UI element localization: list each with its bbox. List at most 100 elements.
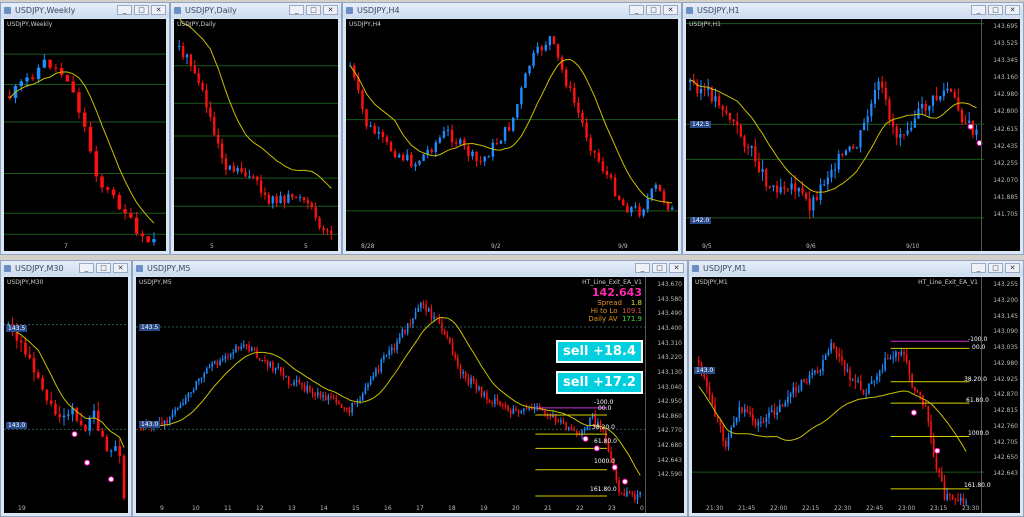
candle: [626, 491, 628, 497]
candle: [397, 154, 401, 158]
candle: [77, 92, 81, 113]
close-button[interactable]: ✕: [663, 5, 678, 15]
window-title-bar[interactable]: USDJPY,M5 _ □ ✕: [133, 261, 687, 276]
price-label: 143.160: [993, 74, 1018, 82]
time-label: 21:30: [706, 505, 724, 512]
candle: [889, 357, 892, 360]
price-chart[interactable]: USDJPY,Daily 5 5: [174, 19, 338, 251]
candle: [824, 355, 827, 360]
chart-window-h4[interactable]: USDJPY,H4 _ □ ✕ USDJPY,H4 8/28 9/2 9/9: [342, 2, 682, 255]
window-title-bar[interactable]: USDJPY,H4 _ □ ✕: [343, 3, 681, 18]
candle: [540, 46, 543, 51]
signal-marker: [108, 476, 115, 483]
candle: [499, 400, 501, 405]
candle: [950, 88, 953, 92]
candle: [914, 386, 916, 391]
maximize-button[interactable]: □: [646, 5, 661, 15]
candle: [457, 357, 459, 367]
bid-price: 142.643: [591, 286, 642, 299]
candle: [348, 408, 351, 413]
minimize-button[interactable]: _: [635, 263, 650, 273]
minimize-button[interactable]: _: [971, 263, 986, 273]
chart-icon: [686, 7, 693, 14]
candle: [237, 346, 240, 349]
chart-window-weekly[interactable]: USDJPY,Weekly _ □ ✕ USDJPY,Weekly 7: [0, 2, 170, 255]
maximize-button[interactable]: □: [988, 5, 1003, 15]
window-title-bar[interactable]: USDJPY,M30 _ □ ✕: [1, 261, 131, 276]
chart-window-daily[interactable]: USDJPY,Daily _ □ ✕ USDJPY,Daily 5 5: [170, 2, 342, 255]
candle: [792, 387, 795, 394]
close-button[interactable]: ✕: [1005, 5, 1020, 15]
minimize-button[interactable]: _: [289, 5, 304, 15]
candle: [924, 103, 927, 111]
minimize-button[interactable]: _: [971, 5, 986, 15]
candle: [528, 408, 530, 410]
chart-window-m30[interactable]: USDJPY,M30 _ □ ✕ USDJPY,M30 143.5 143.0 19: [0, 260, 132, 517]
candle: [462, 371, 464, 374]
candle: [232, 165, 235, 172]
close-button[interactable]: ✕: [669, 263, 684, 273]
candle: [797, 390, 800, 392]
maximize-button[interactable]: □: [652, 263, 667, 273]
candle: [613, 177, 617, 197]
candle: [892, 357, 895, 359]
candle: [248, 176, 251, 178]
price-chart[interactable]: USDJPY,M5 143.670 143.580 143.490 143.400 14…: [136, 277, 684, 513]
price-chart[interactable]: USDJPY,M1 HT_Line_Exit_EA_V1 143.255 143.…: [692, 277, 1020, 513]
price-chart[interactable]: USDJPY,H1 143.695 143.525 143.345 143.160 14…: [686, 19, 1020, 251]
minimize-button[interactable]: _: [629, 5, 644, 15]
price-chart[interactable]: USDJPY,M30 143.5 143.0 19: [4, 277, 128, 513]
candle: [67, 414, 70, 416]
candle: [954, 499, 957, 501]
window-title-bar[interactable]: USDJPY,Weekly _ □ ✕: [1, 3, 169, 18]
candle: [951, 495, 954, 500]
signal-marker: [84, 459, 91, 466]
candle: [516, 104, 519, 118]
window-title-bar[interactable]: USDJPY,H1 _ □ ✕: [683, 3, 1023, 18]
candle: [475, 381, 478, 390]
maximize-button[interactable]: □: [306, 5, 321, 15]
candle: [706, 377, 708, 388]
minimize-button[interactable]: _: [79, 263, 94, 273]
chart-window-m5[interactable]: USDJPY,M5 _ □ ✕ USDJPY,M5 143.670 143.580 14…: [132, 260, 688, 517]
candle: [372, 375, 375, 380]
window-title-bar[interactable]: USDJPY,Daily _ □ ✕: [171, 3, 341, 18]
time-label: 23:30: [962, 505, 980, 512]
candle: [768, 186, 771, 188]
close-button[interactable]: ✕: [323, 5, 338, 15]
maximize-button[interactable]: □: [134, 5, 149, 15]
window-title: USDJPY,Daily: [185, 6, 237, 15]
close-button[interactable]: ✕: [151, 5, 166, 15]
candle: [385, 137, 389, 143]
price-tag: 143.5: [139, 324, 161, 331]
close-button[interactable]: ✕: [1005, 263, 1020, 273]
time-label: 7: [64, 243, 68, 250]
candle: [198, 378, 200, 382]
chart-window-h1[interactable]: USDJPY,H1 _ □ ✕ USDJPY,H1 143.695 143.525 14…: [682, 2, 1024, 255]
maximize-button[interactable]: □: [96, 263, 111, 273]
price-scale[interactable]: 143.670 143.580 143.490 143.400 143.310 143.2…: [645, 277, 684, 513]
candle: [430, 149, 433, 152]
window-title-bar[interactable]: USDJPY,M1 _ □ ✕: [689, 261, 1023, 276]
candle: [760, 421, 762, 423]
candle: [865, 393, 868, 395]
maximize-button[interactable]: □: [988, 263, 1003, 273]
time-label: 15: [352, 505, 360, 512]
price-scale[interactable]: 143.255 143.200 143.145 143.090 143.035 142.9…: [981, 277, 1020, 513]
candle: [593, 150, 596, 153]
chart-window-m1[interactable]: USDJPY,M1 _ □ ✕ USDJPY,M1 HT_Line_Exit_EA_…: [688, 260, 1024, 517]
price-chart[interactable]: USDJPY,H4 8/28 9/2 9/9: [346, 19, 678, 251]
price-chart[interactable]: USDJPY,Weekly 7: [4, 19, 166, 251]
candle: [975, 129, 978, 135]
candle: [200, 377, 203, 379]
price-label: 143.035: [993, 344, 1018, 352]
minimize-button[interactable]: _: [117, 5, 132, 15]
price-label: 142.925: [993, 375, 1018, 383]
candle: [942, 90, 945, 97]
candle: [380, 359, 383, 372]
sell-button-1[interactable]: sell +18.4: [556, 340, 643, 363]
close-button[interactable]: ✕: [113, 263, 128, 273]
sell-button-2[interactable]: sell +17.2: [556, 371, 643, 394]
candle: [830, 169, 833, 178]
price-scale[interactable]: 143.695 143.525 143.345 143.160 142.980 142.8…: [981, 19, 1020, 251]
